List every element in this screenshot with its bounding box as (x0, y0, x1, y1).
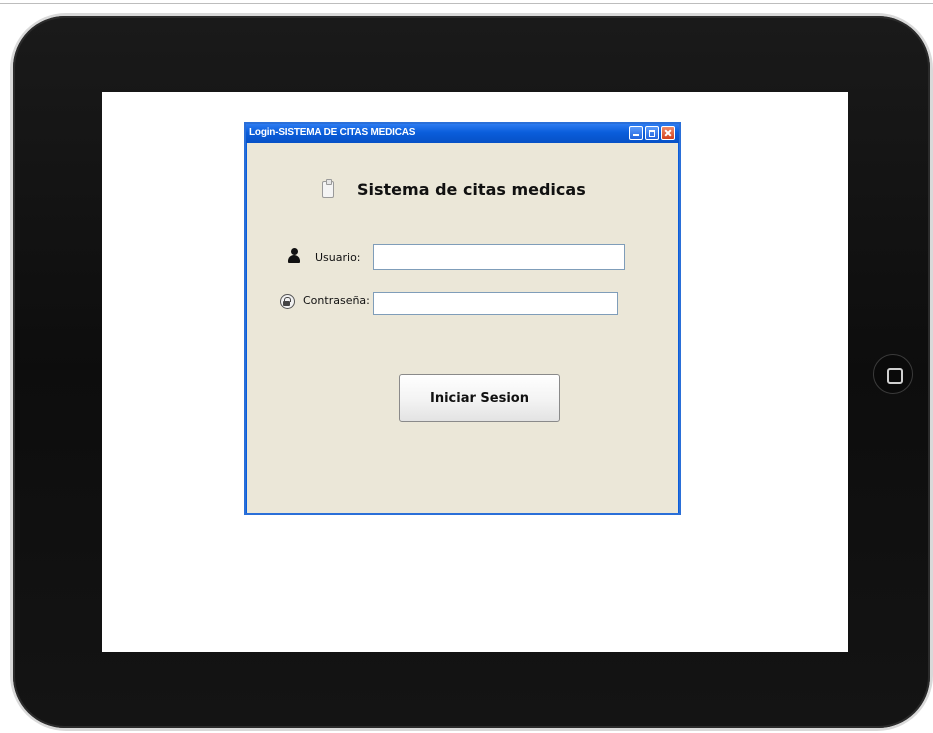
window-client-area: Sistema de citas medicas Usuario: Contra… (247, 143, 678, 513)
maximize-button[interactable] (645, 126, 659, 140)
app-heading: Sistema de citas medicas (357, 180, 586, 199)
user-icon (288, 248, 300, 264)
minimize-button[interactable] (629, 126, 643, 140)
lock-icon (280, 294, 295, 309)
home-button[interactable] (873, 354, 913, 394)
login-button[interactable]: Iniciar Sesion (399, 374, 560, 422)
password-input[interactable] (373, 292, 618, 315)
username-label: Usuario: (315, 251, 361, 264)
close-button[interactable] (661, 126, 675, 140)
username-input[interactable] (373, 244, 625, 270)
clipboard-icon (322, 179, 334, 198)
window-title: Login-SISTEMA DE CITAS MEDICAS (249, 127, 416, 138)
home-square-icon (887, 368, 903, 384)
password-label: Contraseña: (303, 294, 370, 307)
login-window: Login-SISTEMA DE CITAS MEDICAS Sistema d… (244, 122, 681, 515)
top-divider (0, 3, 933, 4)
window-titlebar[interactable]: Login-SISTEMA DE CITAS MEDICAS (246, 124, 679, 143)
